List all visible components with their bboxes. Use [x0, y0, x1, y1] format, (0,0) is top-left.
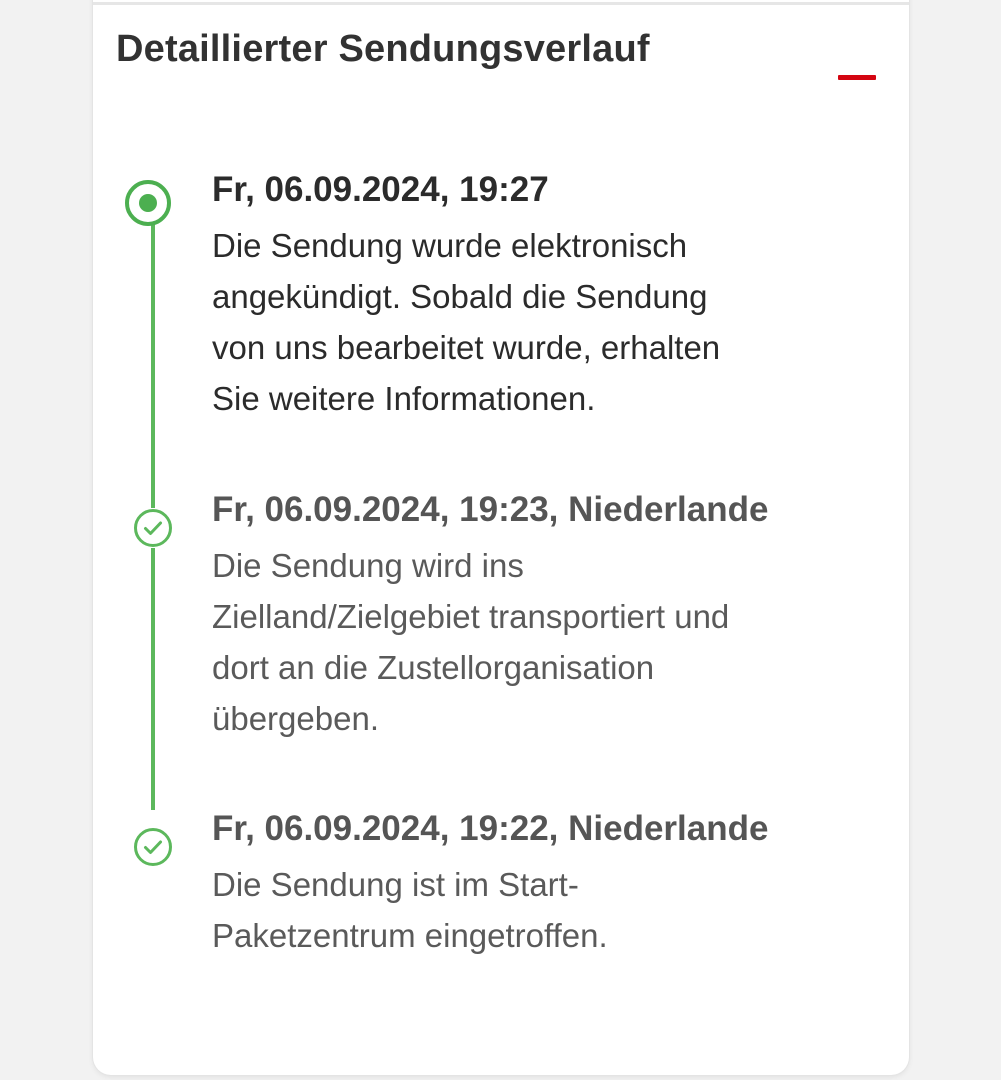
check-circle-icon: [133, 827, 173, 867]
event-date: Fr, 06.09.2024, 19:23, Niederlande: [212, 490, 769, 529]
timeline-event: Fr, 06.09.2024, 19:23, Niederlande Die S…: [212, 488, 872, 744]
minus-icon[interactable]: [838, 75, 876, 80]
shipment-history-card: Detaillierter Sendungsverlauf Fr, 06.09.…: [93, 0, 909, 1075]
event-description: Die Sendung wird ins Zielland/Zielgebiet…: [212, 547, 730, 737]
timeline-event: Fr, 06.09.2024, 19:22, Niederlande Die S…: [212, 807, 872, 961]
event-description: Die Sendung ist im Start- Paketzentrum e…: [212, 866, 608, 954]
section-title: Detaillierter Sendungsverlauf: [116, 28, 650, 70]
event-date: Fr, 06.09.2024, 19:27: [212, 170, 549, 209]
event-date: Fr, 06.09.2024, 19:22, Niederlande: [212, 809, 769, 848]
check-circle-icon: [133, 508, 173, 548]
event-description: Die Sendung wurde elektronisch angekündi…: [212, 227, 721, 417]
timeline-event: Fr, 06.09.2024, 19:27 Die Sendung wurde …: [212, 168, 872, 424]
card-divider: [93, 2, 909, 5]
current-status-dot-icon: [125, 180, 171, 226]
